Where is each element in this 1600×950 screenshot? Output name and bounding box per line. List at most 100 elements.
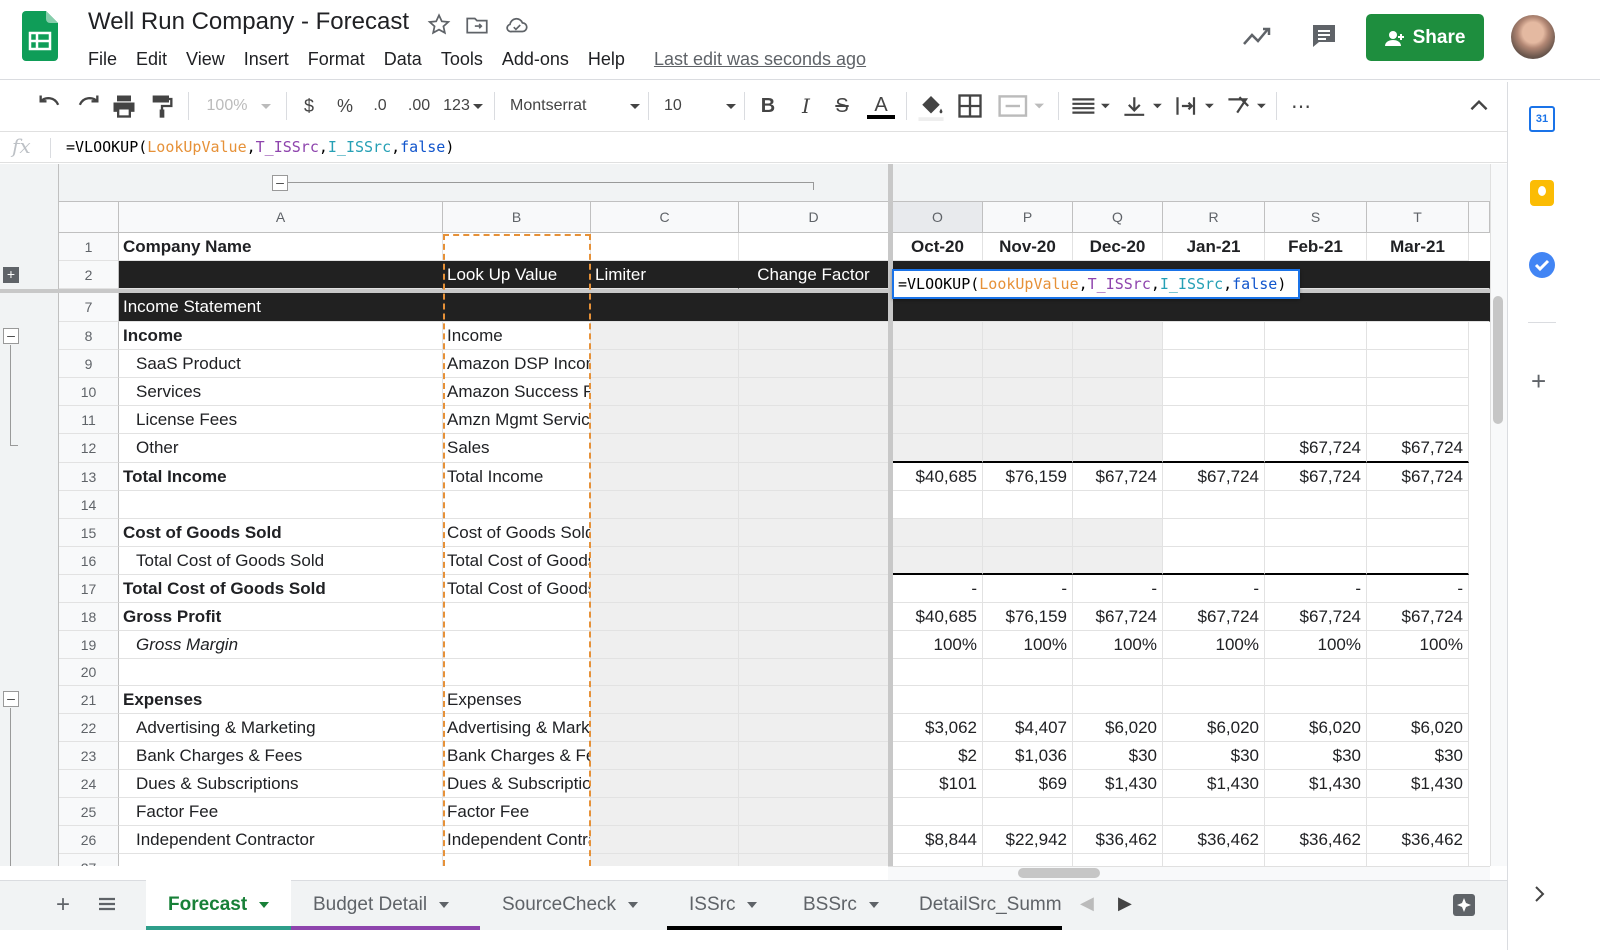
cell[interactable]	[591, 575, 739, 603]
cell-value-s[interactable]	[1265, 491, 1367, 519]
cell-value-o[interactable]: $101	[893, 770, 983, 798]
month-header-s[interactable]: Feb-21	[1265, 233, 1367, 261]
cell[interactable]	[591, 854, 739, 866]
cell-value-r[interactable]: $67,724	[1163, 463, 1265, 491]
cell-lookup-value-header[interactable]: Look Up Value	[443, 261, 591, 289]
cell[interactable]	[591, 547, 739, 575]
row-header[interactable]: 11	[59, 406, 119, 434]
month-header-t[interactable]: Mar-21	[1367, 233, 1469, 261]
scroll-tabs-right-icon[interactable]: ▶	[1118, 893, 1132, 914]
month-header-q[interactable]: Dec-20	[1073, 233, 1163, 261]
cell[interactable]	[591, 406, 739, 434]
month-header-r[interactable]: Jan-21	[1163, 233, 1265, 261]
cell-value-r[interactable]: -	[1163, 575, 1265, 603]
bold-icon[interactable]: B	[756, 82, 780, 130]
cell-label[interactable]	[119, 659, 443, 686]
cell-value-t[interactable]: $67,724	[1367, 434, 1469, 463]
cell-label[interactable]: License Fees	[119, 406, 443, 434]
cell[interactable]	[591, 350, 739, 378]
cell-value-o[interactable]	[893, 798, 983, 826]
cell-value-o[interactable]	[893, 434, 983, 463]
cell-value-r[interactable]	[1163, 854, 1265, 866]
cell[interactable]	[739, 233, 889, 261]
menu-help[interactable]: Help	[588, 49, 625, 70]
cell-income-statement[interactable]: Income Statement	[119, 293, 889, 322]
merge-cells-icon[interactable]	[996, 82, 1044, 130]
cell-value-o[interactable]	[893, 378, 983, 406]
cell[interactable]	[739, 770, 889, 798]
sheet-tab-budget-detail[interactable]: Budget Detail	[291, 880, 480, 930]
cell-lookup[interactable]: Dues & Subscriptions	[443, 770, 591, 798]
cell[interactable]	[591, 686, 739, 714]
cell-value-t[interactable]	[1367, 519, 1469, 547]
cell[interactable]	[739, 519, 889, 547]
cell[interactable]	[591, 631, 739, 659]
row-header[interactable]: 19	[59, 631, 119, 659]
cell-value-s[interactable]: -	[1265, 575, 1367, 603]
cell-value-s[interactable]: $67,724	[1265, 463, 1367, 491]
cell-value-p[interactable]	[983, 519, 1073, 547]
vertical-scrollbar[interactable]	[1490, 164, 1507, 866]
cell-lookup[interactable]	[443, 659, 591, 686]
cell-value-r[interactable]: 100%	[1163, 631, 1265, 659]
italic-icon[interactable]: I	[794, 82, 818, 130]
cell-value-s[interactable]: $36,462	[1265, 826, 1367, 854]
cell-label[interactable]: Dues & Subscriptions	[119, 770, 443, 798]
cell[interactable]	[739, 406, 889, 434]
row-header[interactable]: 10	[59, 378, 119, 406]
format-currency-button[interactable]: $	[296, 82, 322, 130]
cell-label[interactable]: Services	[119, 378, 443, 406]
format-percent-button[interactable]: %	[332, 82, 358, 130]
undo-icon[interactable]	[36, 82, 64, 130]
sheet-tab-bssrc[interactable]: BSSrc	[781, 880, 897, 930]
cell-value-s[interactable]	[1265, 350, 1367, 378]
cell-value-q[interactable]: $67,724	[1073, 463, 1163, 491]
cell-value-q[interactable]	[1073, 798, 1163, 826]
cell-value-r[interactable]	[1163, 491, 1265, 519]
cell-value-t[interactable]: $30	[1367, 742, 1469, 770]
cell-value-p[interactable]	[983, 491, 1073, 519]
strikethrough-icon[interactable]: S	[830, 82, 854, 130]
cell-lookup[interactable]	[443, 631, 591, 659]
text-rotation-icon[interactable]	[1224, 82, 1268, 130]
cell-value-r[interactable]	[1163, 378, 1265, 406]
text-wrapping-icon[interactable]	[1172, 82, 1216, 130]
comments-icon[interactable]	[1310, 22, 1338, 50]
star-icon[interactable]	[426, 12, 452, 38]
menu-edit[interactable]: Edit	[136, 49, 167, 70]
cell-value-q[interactable]	[1073, 547, 1163, 575]
cell-value-p[interactable]	[983, 406, 1073, 434]
cell-value-p[interactable]	[983, 686, 1073, 714]
print-icon[interactable]	[110, 82, 138, 130]
cell-value-o[interactable]	[893, 491, 983, 519]
cell-lookup[interactable]: Total Income	[443, 463, 591, 491]
cell-value-r[interactable]: $1,430	[1163, 770, 1265, 798]
column-header-d[interactable]: D	[739, 202, 889, 233]
cell-label[interactable]: Expenses	[119, 686, 443, 714]
row-header[interactable]: 26	[59, 826, 119, 854]
cell-value-s[interactable]: $30	[1265, 742, 1367, 770]
cell-value-s[interactable]	[1265, 547, 1367, 575]
cell-value-o[interactable]	[893, 686, 983, 714]
cell-value-q[interactable]	[1073, 378, 1163, 406]
share-button[interactable]: Share	[1366, 14, 1484, 61]
cell-value-q[interactable]	[1073, 491, 1163, 519]
column-header-b[interactable]: B	[443, 202, 591, 233]
cell[interactable]	[591, 491, 739, 519]
borders-icon[interactable]	[956, 82, 984, 130]
cell-company-name[interactable]: Company Name	[119, 233, 443, 261]
cell-value-q[interactable]	[1073, 686, 1163, 714]
menu-data[interactable]: Data	[384, 49, 422, 70]
cell-lookup[interactable]: Income	[443, 322, 591, 350]
cell-value-r[interactable]	[1163, 659, 1265, 686]
column-header-s[interactable]: S	[1265, 202, 1367, 233]
cell-value-p[interactable]: $1,036	[983, 742, 1073, 770]
cell-value-s[interactable]	[1265, 322, 1367, 350]
cell-lookup[interactable]: Bank Charges & Fees	[443, 742, 591, 770]
menu-insert[interactable]: Insert	[244, 49, 289, 70]
cell[interactable]	[739, 686, 889, 714]
increase-decimal-button[interactable]: .00	[402, 82, 436, 130]
activity-dashboard-icon[interactable]	[1242, 24, 1272, 50]
cell-value-s[interactable]	[1265, 378, 1367, 406]
month-header-o[interactable]: Oct-20	[893, 233, 983, 261]
